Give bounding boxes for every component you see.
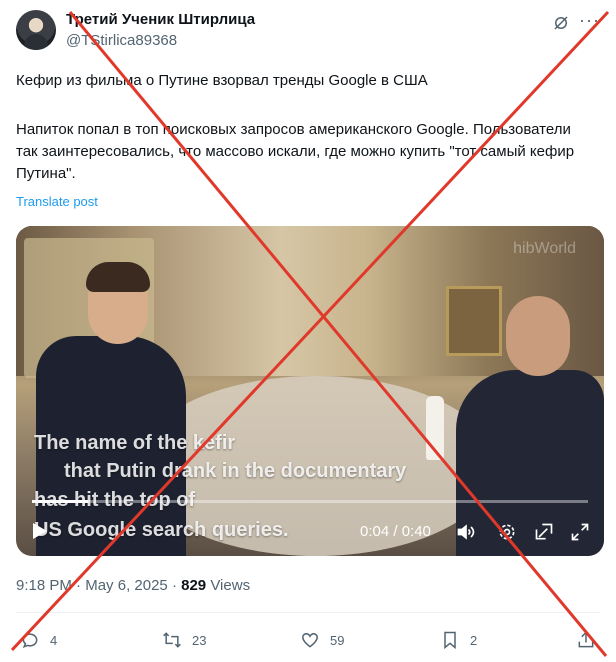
views-count: 829 — [181, 577, 207, 594]
post-text-1: Кефир из фильма о Путине взорвал тренды … — [16, 72, 428, 89]
video-time: 0:04 / 0:40 — [360, 523, 431, 540]
like-count: 59 — [330, 632, 345, 648]
share-button[interactable] — [576, 627, 596, 653]
post-time[interactable]: 9:18 PM — [16, 577, 72, 594]
like-icon — [301, 633, 319, 648]
repost-button[interactable]: 23 — [162, 627, 206, 653]
grok-icon[interactable] — [552, 14, 570, 32]
post-text-2: Напиток попал в топ поисковых запросов а… — [16, 121, 575, 182]
bookmark-button[interactable]: 2 — [440, 627, 477, 653]
repost-count: 23 — [192, 632, 207, 648]
video-subtitle-line: that Putin drank in the documentary — [64, 460, 407, 482]
avatar[interactable] — [16, 10, 56, 50]
bookmark-icon — [444, 631, 456, 650]
post-meta: 9:18 PM · May 6, 2025 · 829 Views — [16, 577, 250, 594]
video-person-right — [436, 296, 604, 556]
reply-button[interactable]: 4 — [20, 627, 57, 653]
reply-icon — [22, 633, 38, 648]
post-header: Третий Ученик Штирлица @TStirlica89368 ·… — [16, 10, 600, 54]
video-progress-fill — [32, 500, 88, 503]
play-icon[interactable] — [32, 522, 48, 540]
meta-separator: · — [76, 577, 82, 594]
like-button[interactable]: 59 — [300, 627, 344, 653]
repost-icon — [163, 632, 181, 648]
video-subtitle-line: The name of the kefir — [34, 432, 236, 454]
translate-link[interactable]: Translate post — [16, 194, 98, 209]
video-kefir-bottle — [426, 396, 444, 460]
fullscreen-icon[interactable] — [570, 522, 590, 542]
video-subtitle-line: US Google search queries. — [34, 519, 289, 541]
video-watermark: hibWorld — [513, 240, 576, 257]
bookmark-count: 2 — [470, 632, 478, 648]
volume-icon[interactable] — [456, 522, 476, 542]
action-bar: 4 23 59 2 — [16, 627, 600, 653]
settings-icon[interactable] — [497, 522, 517, 542]
divider — [16, 612, 600, 613]
more-icon[interactable]: ··· — [579, 11, 600, 29]
pip-icon[interactable] — [534, 522, 554, 542]
views-label: Views — [210, 577, 251, 594]
video-player[interactable]: hibWorld The name of the kefir that Puti… — [16, 226, 604, 556]
author-name[interactable]: Третий Ученик Штирлица — [66, 11, 255, 28]
video-person-left — [36, 262, 186, 556]
share-icon — [578, 631, 594, 648]
video-progress-bar[interactable] — [32, 500, 588, 503]
meta-separator: · — [171, 577, 177, 594]
post-date[interactable]: May 6, 2025 — [85, 577, 168, 594]
author-handle[interactable]: @TStirlica89368 — [66, 32, 177, 49]
reply-count: 4 — [50, 632, 58, 648]
